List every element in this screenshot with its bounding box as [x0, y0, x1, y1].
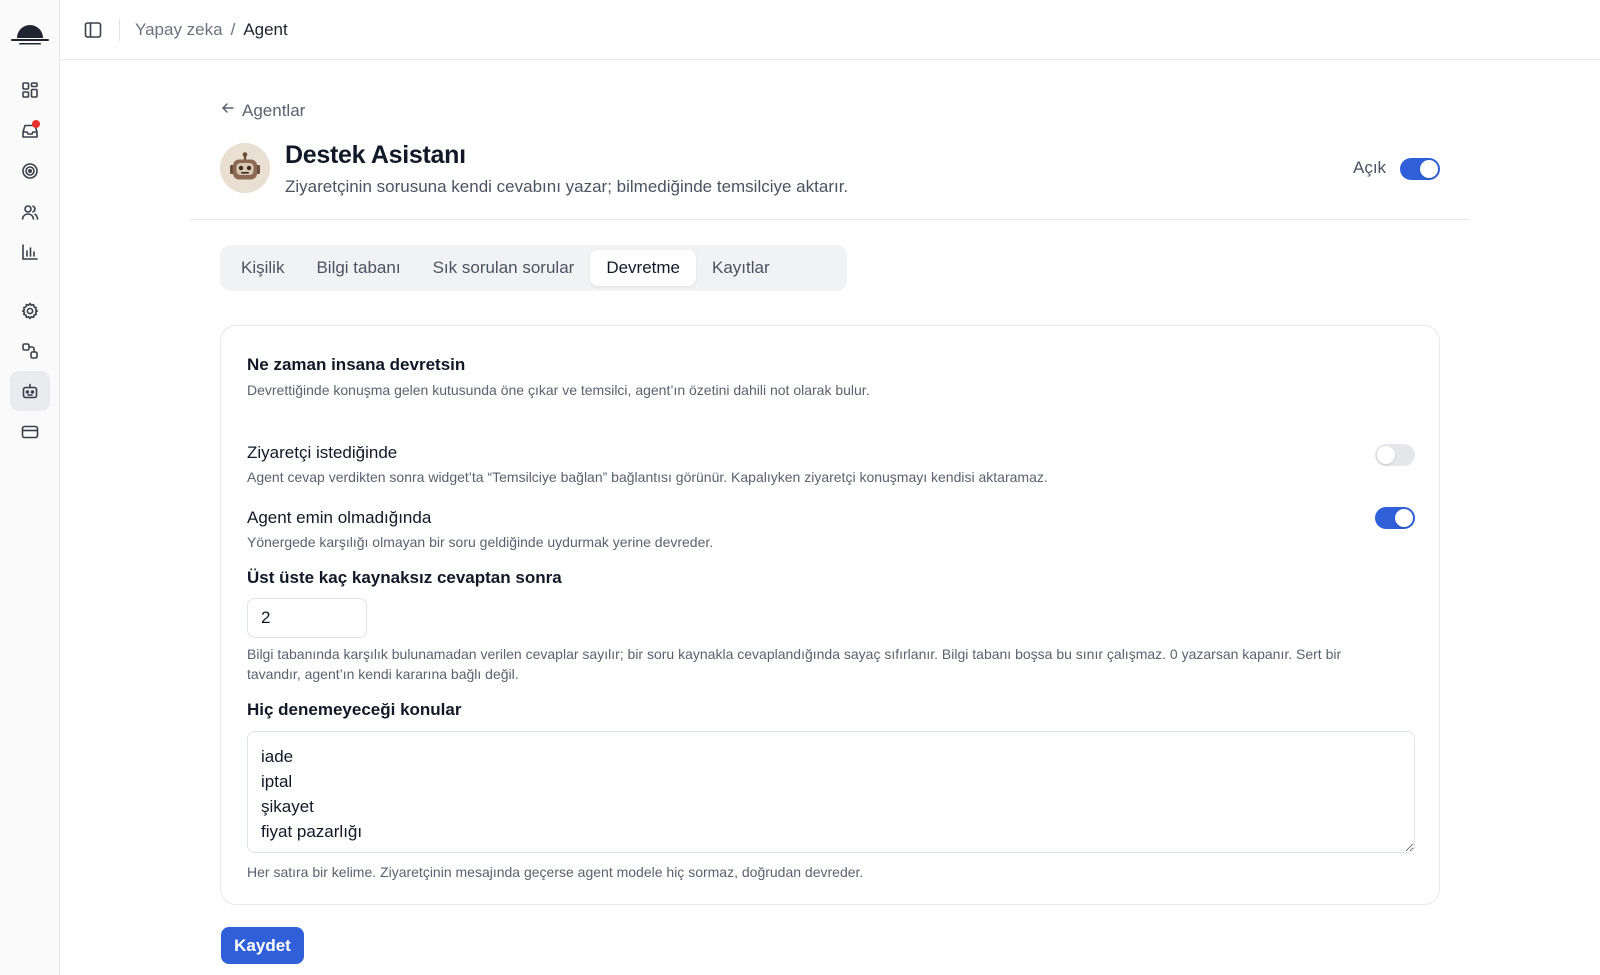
chart-icon[interactable] [10, 232, 50, 272]
section-description: Devrettiğinde konuşma gelen kutusunda ön… [247, 382, 870, 398]
agent-enabled-toggle[interactable] [1400, 158, 1440, 180]
agent-avatar [220, 143, 270, 193]
unsourced-limit-help: Bilgi tabanında karşılık bulunamadan ver… [247, 646, 1342, 682]
agent-name: Destek Asistanı [285, 141, 466, 169]
breadcrumb-parent[interactable]: Yapay zeka [135, 20, 223, 40]
section-title: Ne zaman insana devretsin [247, 355, 466, 374]
forbidden-topics-textarea[interactable]: iade iptal şikayet fiyat pazarlığı [247, 731, 1415, 853]
tab-bar: Kişilik Bilgi tabanı Sık sorulan sorular… [220, 245, 847, 291]
tab-logs[interactable]: Kayıtlar [696, 250, 786, 286]
target-icon[interactable] [10, 151, 50, 191]
tab-faq[interactable]: Sık sorulan sorular [417, 250, 591, 286]
forbidden-topics-label: Hiç denemeyeceği konular [247, 700, 462, 719]
save-button[interactable]: Kaydet [221, 927, 304, 964]
handoff-settings-card: Ne zaman insana devretsin Devrettiğinde … [220, 325, 1440, 905]
sidebar-toggle-icon[interactable] [82, 19, 104, 41]
bot-icon[interactable] [10, 371, 50, 411]
back-link-label: Agentlar [242, 100, 306, 120]
agent-status-label: Açık [1353, 158, 1387, 177]
robot-icon [230, 152, 260, 180]
breadcrumb-current: Agent [243, 19, 288, 39]
unsourced-limit-label: Üst üste kaç kaynaksız cevaptan sonra [247, 568, 562, 587]
sidebar [0, 0, 60, 975]
settings-icon[interactable] [10, 291, 50, 331]
billing-icon[interactable] [10, 412, 50, 452]
agent-unsure-toggle[interactable] [1375, 507, 1415, 529]
notification-dot [32, 120, 40, 128]
agent-unsure-title: Agent emin olmadığında [247, 508, 432, 527]
header-divider [190, 219, 1470, 220]
users-icon[interactable] [10, 192, 50, 232]
visitor-request-toggle[interactable] [1375, 444, 1415, 466]
dashboard-icon[interactable] [10, 70, 50, 110]
integrations-icon[interactable] [10, 331, 50, 371]
forbidden-topics-help: Her satıra bir kelime. Ziyaretçinin mesa… [247, 864, 864, 880]
tab-knowledge-base[interactable]: Bilgi tabanı [300, 250, 416, 286]
logo-icon[interactable] [10, 14, 50, 46]
tab-handoff[interactable]: Devretme [590, 250, 696, 286]
visitor-request-description: Agent cevap verdikten sonra widget’ta “T… [247, 469, 1048, 485]
back-link[interactable]: Agentlar [220, 100, 305, 121]
toggle-knob [1377, 446, 1395, 464]
inbox-icon[interactable] [10, 111, 50, 151]
unsourced-limit-input[interactable] [247, 598, 367, 638]
agent-unsure-description: Yönergede karşılığı olmayan bir soru gel… [247, 534, 714, 550]
breadcrumb: Yapay zeka / Agent [135, 20, 288, 40]
toggle-knob [1420, 160, 1438, 178]
agent-description: Ziyaretçinin sorusuna kendi cevabını yaz… [285, 177, 849, 196]
arrow-left-icon [220, 100, 236, 121]
topbar: Yapay zeka / Agent [60, 0, 1600, 60]
toggle-knob [1395, 509, 1413, 527]
tab-personality[interactable]: Kişilik [225, 250, 300, 286]
topbar-divider [119, 18, 120, 41]
breadcrumb-separator: / [230, 19, 236, 39]
visitor-request-title: Ziyaretçi istediğinde [247, 443, 398, 462]
